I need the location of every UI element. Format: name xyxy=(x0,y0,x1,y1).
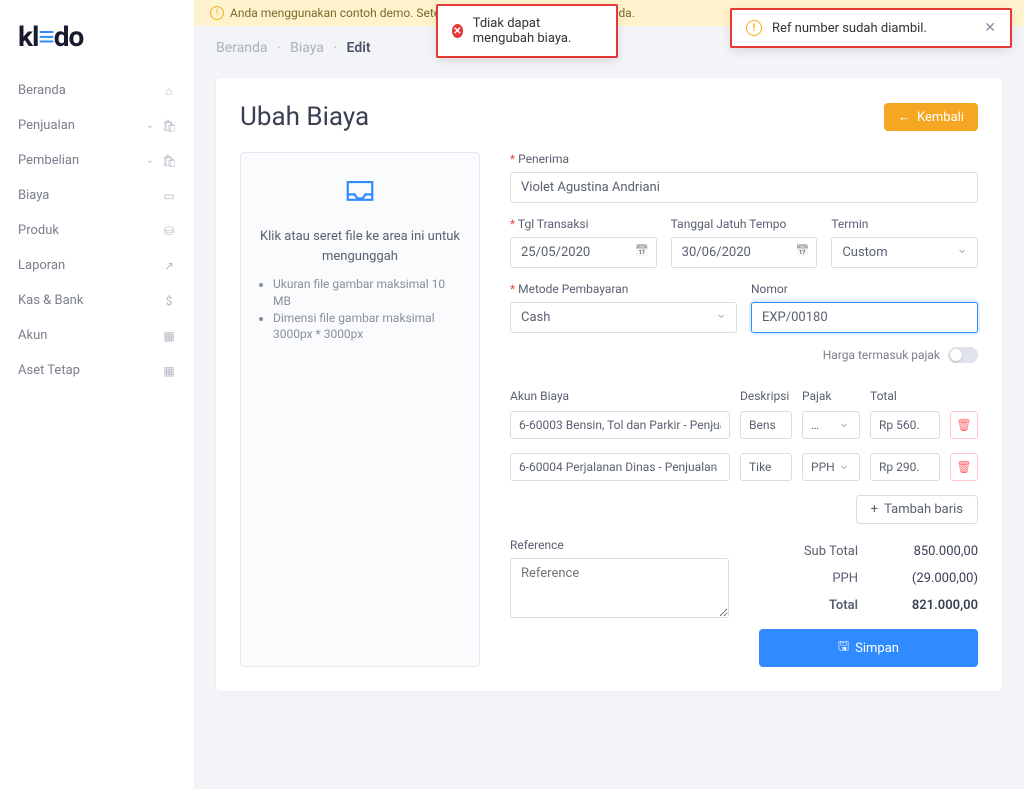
nomor-input[interactable] xyxy=(751,302,978,333)
sidebar-item-label: Produk xyxy=(18,223,162,238)
warning-icon: ! xyxy=(746,20,762,36)
upload-hint: Ukuran file gambar maksimal 10 MB xyxy=(273,276,463,310)
line-total-input[interactable] xyxy=(870,453,940,481)
tgl-transaksi-input[interactable] xyxy=(510,237,657,268)
sidebar-item-akun[interactable]: Akun▦ xyxy=(0,318,194,353)
pph-label: PPH xyxy=(759,571,858,586)
sidebar-item-label: Akun xyxy=(18,328,162,343)
line-deskripsi-input[interactable] xyxy=(740,453,792,481)
nav-icon: ↗ xyxy=(162,259,176,273)
sidebar-item-kas-bank[interactable]: Kas & Bank$ xyxy=(0,283,194,318)
trash-icon: 🗑 xyxy=(956,418,971,432)
nav-icon: ▦ xyxy=(162,364,176,378)
main: ! Anda menggunakan contoh demo. Setelah … xyxy=(194,0,1024,789)
arrow-left-icon: ← xyxy=(898,109,911,125)
tgl-transaksi-label: Tgl Transaksi xyxy=(510,217,657,231)
back-button[interactable]: ← Kembali xyxy=(884,103,978,131)
sidebar-item-label: Aset Tetap xyxy=(18,363,162,378)
page-title: Ubah Biaya xyxy=(240,102,369,132)
expense-line: 🗑 xyxy=(510,411,978,439)
sidebar-item-produk[interactable]: Produk⛁ xyxy=(0,213,194,248)
col-deskripsi: Deskripsi xyxy=(740,389,792,403)
nav-icon: 🛍 xyxy=(162,119,176,133)
nav-icon: ⌂ xyxy=(162,84,176,98)
sidebar-item-biaya[interactable]: Biaya▭ xyxy=(0,178,194,213)
jatuh-tempo-input[interactable] xyxy=(671,237,818,268)
line-pajak-select[interactable] xyxy=(802,453,860,481)
metode-select[interactable] xyxy=(510,302,737,333)
breadcrumb-home[interactable]: Beranda xyxy=(216,40,267,56)
termin-select[interactable] xyxy=(831,237,978,268)
nav-icon: ⛁ xyxy=(162,224,176,238)
close-icon[interactable]: ✕ xyxy=(984,20,996,36)
line-total-input[interactable] xyxy=(870,411,940,439)
warning-alert-text: Ref number sudah diambil. xyxy=(772,21,927,36)
info-icon: ! xyxy=(210,6,224,20)
logo: kl≡do xyxy=(0,20,194,73)
form-card: Ubah Biaya ← Kembali Klik atau seret fil… xyxy=(216,78,1002,691)
sidebar-item-label: Pembelian xyxy=(18,153,146,168)
sidebar-item-pembelian[interactable]: Pembelian⌄ 🛍 xyxy=(0,143,194,178)
error-alert: ✕ Tdiak dapat mengubah biaya. xyxy=(436,4,618,58)
nomor-label: Nomor xyxy=(751,282,978,296)
nav-icon: $ xyxy=(162,294,176,308)
total-value: 821.000,00 xyxy=(858,598,978,613)
sidebar-item-label: Laporan xyxy=(18,258,162,273)
breadcrumb-parent[interactable]: Biaya xyxy=(290,40,324,56)
chevron-down-icon: ⌄ xyxy=(146,120,154,131)
subtotal-label: Sub Total xyxy=(759,544,858,559)
upload-hint: Dimensi file gambar maksimal 3000px * 30… xyxy=(273,310,463,344)
trash-icon: 🗑 xyxy=(956,460,971,474)
termin-label: Termin xyxy=(831,217,978,231)
sidebar-item-penjualan[interactable]: Penjualan⌄ 🛍 xyxy=(0,108,194,143)
line-akun-select[interactable] xyxy=(510,453,730,481)
reference-textarea[interactable] xyxy=(510,558,729,618)
tax-toggle[interactable] xyxy=(948,347,978,363)
jatuh-tempo-label: Tanggal Jatuh Tempo xyxy=(671,217,818,231)
error-alert-text: Tdiak dapat mengubah biaya. xyxy=(473,16,602,46)
sidebar-item-laporan[interactable]: Laporan↗ xyxy=(0,248,194,283)
sidebar-item-label: Biaya xyxy=(18,188,162,203)
add-row-button[interactable]: + Tambah baris xyxy=(856,495,978,524)
col-total: Total xyxy=(870,389,940,403)
upload-title: Klik atau seret file ke area ini untuk m… xyxy=(257,227,463,266)
line-pajak-select[interactable] xyxy=(802,411,860,439)
metode-label: Metode Pembayaran xyxy=(510,282,737,296)
sidebar-item-label: Penjualan xyxy=(18,118,146,133)
penerima-input[interactable] xyxy=(510,172,978,203)
sidebar-item-beranda[interactable]: Beranda⌂ xyxy=(0,73,194,108)
nav-icon: ▭ xyxy=(162,189,176,203)
nav-icon: 🛍 xyxy=(162,154,176,168)
delete-line-button[interactable]: 🗑 xyxy=(950,453,978,481)
sidebar-item-label: Beranda xyxy=(18,83,162,98)
error-icon: ✕ xyxy=(452,24,463,38)
total-label: Total xyxy=(759,598,858,613)
inbox-icon xyxy=(257,177,463,217)
breadcrumb-current: Edit xyxy=(347,40,371,56)
penerima-label: Penerima xyxy=(510,152,978,166)
subtotal-value: 850.000,00 xyxy=(858,544,978,559)
reference-label: Reference xyxy=(510,538,729,552)
col-pajak: Pajak xyxy=(802,389,860,403)
sidebar-item-aset-tetap[interactable]: Aset Tetap▦ xyxy=(0,353,194,388)
sidebar: kl≡do Beranda⌂Penjualan⌄🛍Pembelian⌄🛍Biay… xyxy=(0,0,194,789)
nav-icon: ▦ xyxy=(162,329,176,343)
pph-value: (29.000,00) xyxy=(858,571,978,586)
warning-alert: ! Ref number sudah diambil. ✕ xyxy=(730,8,1012,48)
tax-toggle-label: Harga termasuk pajak xyxy=(823,348,940,362)
save-icon: 🖫 xyxy=(838,637,849,659)
line-akun-select[interactable] xyxy=(510,411,730,439)
line-deskripsi-input[interactable] xyxy=(740,411,792,439)
save-button[interactable]: 🖫 Simpan xyxy=(759,629,978,667)
sidebar-item-label: Kas & Bank xyxy=(18,293,162,308)
delete-line-button[interactable]: 🗑 xyxy=(950,411,978,439)
col-akun: Akun Biaya xyxy=(510,389,730,403)
chevron-down-icon: ⌄ xyxy=(146,155,154,166)
plus-icon: + xyxy=(871,502,878,517)
upload-area[interactable]: Klik atau seret file ke area ini untuk m… xyxy=(240,152,480,667)
expense-line: 🗑 xyxy=(510,453,978,481)
